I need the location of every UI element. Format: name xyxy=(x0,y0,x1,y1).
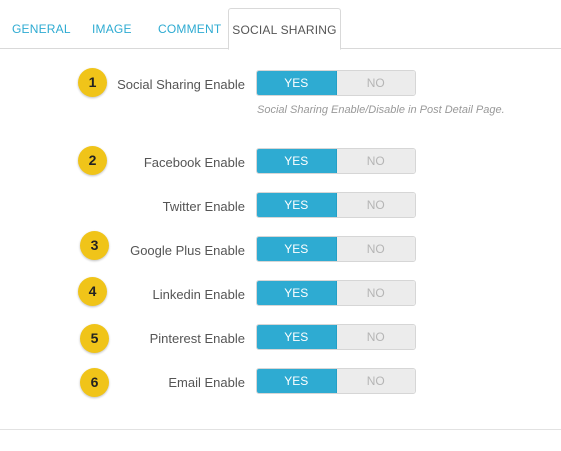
setting-row-email: 6 Email Enable YES NO xyxy=(0,368,561,398)
setting-label: Social Sharing Enable xyxy=(117,77,245,92)
social-sharing-toggle[interactable]: YES NO xyxy=(256,70,416,96)
twitter-toggle[interactable]: YES NO xyxy=(256,192,416,218)
tab-social-sharing[interactable]: SOCIAL SHARING xyxy=(228,8,341,50)
no-option[interactable]: NO xyxy=(336,71,415,95)
setting-row-linkedin: 4 Linkedin Enable YES NO xyxy=(0,277,561,310)
setting-label: Google Plus Enable xyxy=(130,243,245,258)
no-option[interactable]: NO xyxy=(336,325,415,349)
no-option[interactable]: NO xyxy=(336,193,415,217)
setting-row-google-plus: 3 Google Plus Enable YES NO xyxy=(0,231,561,266)
step-badge: 2 xyxy=(78,146,107,175)
step-badge: 5 xyxy=(80,324,109,353)
step-badge: 3 xyxy=(80,231,109,260)
yes-option[interactable]: YES xyxy=(257,325,337,349)
yes-option[interactable]: YES xyxy=(257,369,337,393)
step-badge: 4 xyxy=(78,277,107,306)
setting-row-social-sharing: 1 Social Sharing Enable YES NO xyxy=(0,68,561,100)
tab-bar: GENERAL IMAGE COMMENT SOCIAL SHARING xyxy=(0,0,561,50)
facebook-toggle[interactable]: YES NO xyxy=(256,148,416,174)
yes-option[interactable]: YES xyxy=(257,193,337,217)
setting-label: Twitter Enable xyxy=(162,199,245,214)
linkedin-toggle[interactable]: YES NO xyxy=(256,280,416,306)
no-option[interactable]: NO xyxy=(336,281,415,305)
email-toggle[interactable]: YES NO xyxy=(256,368,416,394)
help-text: Social Sharing Enable/Disable in Post De… xyxy=(257,104,505,116)
no-option[interactable]: NO xyxy=(336,237,415,261)
no-option[interactable]: NO xyxy=(336,369,415,393)
setting-row-facebook: 2 Facebook Enable YES NO xyxy=(0,146,561,178)
step-badge: 6 xyxy=(80,368,109,397)
setting-label: Pinterest Enable xyxy=(149,331,245,346)
no-option[interactable]: NO xyxy=(336,149,415,173)
tab-general[interactable]: GENERAL xyxy=(12,10,71,49)
setting-label: Email Enable xyxy=(168,375,245,390)
setting-label: Linkedin Enable xyxy=(152,287,245,302)
divider xyxy=(0,429,561,430)
yes-option[interactable]: YES xyxy=(257,71,337,95)
yes-option[interactable]: YES xyxy=(257,281,337,305)
setting-row-pinterest: 5 Pinterest Enable YES NO xyxy=(0,324,561,354)
tab-image[interactable]: IMAGE xyxy=(92,10,132,49)
google-plus-toggle[interactable]: YES NO xyxy=(256,236,416,262)
step-badge: 1 xyxy=(78,68,107,97)
setting-label: Facebook Enable xyxy=(143,155,245,170)
setting-row-twitter: Twitter Enable YES NO xyxy=(0,192,561,222)
yes-option[interactable]: YES xyxy=(257,149,337,173)
pinterest-toggle[interactable]: YES NO xyxy=(256,324,416,350)
yes-option[interactable]: YES xyxy=(257,237,337,261)
tab-comment[interactable]: COMMENT xyxy=(158,10,221,49)
